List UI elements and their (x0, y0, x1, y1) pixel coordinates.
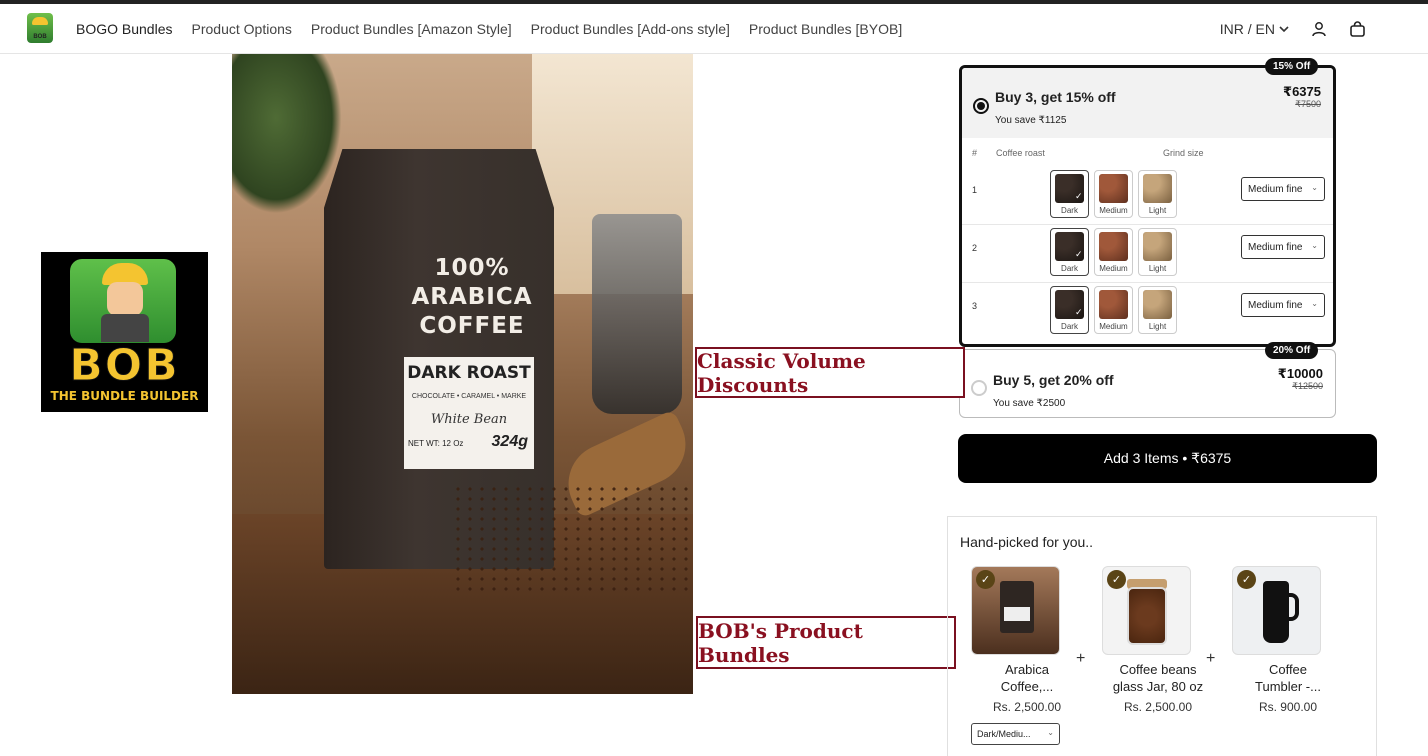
grind-size-select[interactable]: Medium fine ⌄ (1241, 235, 1325, 259)
bundle-item-name[interactable]: Arabica Coffee,... (960, 661, 1094, 695)
roast-option-dark[interactable]: ✓ Dark (1050, 228, 1089, 276)
bundle-item-price: Rs. 2,500.00 (992, 700, 1062, 714)
store-logo-text: BOB (33, 34, 47, 40)
bundle-item-price: Rs. 900.00 (1258, 700, 1318, 714)
locale-selector[interactable]: INR / EN (1220, 21, 1289, 37)
offer-price: ₹6375 (1283, 84, 1321, 99)
offer-old-price: ₹12500 (1292, 381, 1323, 391)
offer-savings: You save ₹1125 (995, 115, 1067, 126)
roast-option-light[interactable]: Light (1138, 286, 1177, 334)
roast-option-light[interactable]: Light (1138, 170, 1177, 218)
site-header: BOB BOGO Bundles Product Options Product… (0, 4, 1428, 54)
grid-header-grind: Grind size (1163, 148, 1204, 158)
bundle-item-price: Rs. 2,500.00 (1123, 700, 1193, 714)
roast-option-medium[interactable]: Medium (1094, 228, 1133, 276)
bundle-item-name[interactable]: Coffee Tumbler -... (1221, 661, 1355, 695)
bag-title: 100% ARABICA COFFEE (411, 255, 533, 339)
nav-product-options[interactable]: Product Options (192, 21, 292, 37)
chevron-down-icon (1279, 25, 1289, 33)
variant-row: 2 ✓ Dark Medium Light Medium fine ⌄ (962, 224, 1333, 281)
bob-logo-title: BOB (69, 340, 180, 392)
check-icon[interactable]: ✓ (1107, 570, 1126, 589)
nav-product-bundles-byob[interactable]: Product Bundles [BYOB] (749, 21, 902, 37)
variant-row: 1 ✓ Dark Medium Light Medium fine ⌄ (962, 167, 1333, 224)
nav-product-bundles-addons[interactable]: Product Bundles [Add-ons style] (531, 21, 730, 37)
annotation-classic-volume-discounts: Classic Volume Discounts (695, 347, 965, 398)
check-icon[interactable]: ✓ (976, 570, 995, 589)
locale-label: INR / EN (1219, 21, 1275, 37)
grind-size-select[interactable]: Medium fine ⌄ (1241, 177, 1325, 201)
roast-option-dark[interactable]: ✓ Dark (1050, 170, 1089, 218)
header-actions: INR / EN (1220, 4, 1366, 54)
chevron-down-icon: ⌄ (1311, 241, 1318, 250)
bob-logo-subtitle: THE BUNDLE BUILDER (50, 389, 199, 403)
offer-price: ₹10000 (1277, 366, 1323, 381)
offer-old-price: ₹7500 (1295, 99, 1321, 109)
offer-radio-selected[interactable] (973, 98, 989, 114)
offer-badge: 20% Off (1265, 342, 1319, 359)
handpicked-bundle: Hand-picked for you.. ✓ Arabica Coffee,.… (947, 516, 1377, 756)
chevron-down-icon: ⌄ (1311, 183, 1318, 192)
nav-bogo-bundles[interactable]: BOGO Bundles (76, 21, 173, 37)
offer-title: Buy 5, get 20% off (993, 372, 1114, 388)
roast-option-medium[interactable]: Medium (1094, 170, 1133, 218)
offer-radio[interactable] (971, 380, 987, 396)
main-nav: BOGO Bundles Product Options Product Bun… (76, 4, 902, 54)
bundle-item-name[interactable]: Coffee beans glass Jar, 80 oz (1091, 661, 1225, 695)
nav-product-bundles-amazon[interactable]: Product Bundles [Amazon Style] (311, 21, 512, 37)
user-icon[interactable] (1311, 21, 1327, 37)
grind-size-select[interactable]: Medium fine ⌄ (1241, 293, 1325, 317)
check-icon[interactable]: ✓ (1237, 570, 1256, 589)
handpicked-title: Hand-picked for you.. (960, 534, 1094, 550)
bundle-variant-select[interactable]: Dark/Mediu... ⌄ (971, 723, 1060, 745)
offer-savings: You save ₹2500 (993, 398, 1066, 409)
offer-badge: 15% Off (1265, 58, 1319, 75)
grid-header-num: # (972, 148, 978, 158)
add-to-cart-button[interactable]: Add 3 Items • ₹6375 (958, 434, 1377, 483)
offer-title: Buy 3, get 15% off (995, 89, 1116, 105)
plus-icon: + (1206, 650, 1216, 667)
offer-card-buy-3[interactable]: Buy 3, get 15% off You save ₹1125 ₹6375 … (959, 65, 1336, 347)
roast-option-light[interactable]: Light (1138, 228, 1177, 276)
grid-header-roast: Coffee roast (996, 148, 1045, 158)
bag-icon[interactable] (1349, 20, 1366, 38)
annotation-bob-product-bundles: BOB's Product Bundles (696, 616, 956, 669)
chevron-down-icon: ⌄ (1047, 728, 1054, 737)
offer-card-buy-5[interactable]: Buy 5, get 20% off You save ₹2500 ₹10000… (959, 349, 1336, 418)
chevron-down-icon: ⌄ (1311, 299, 1318, 308)
plus-icon: + (1076, 650, 1086, 667)
roast-option-dark[interactable]: ✓ Dark (1050, 286, 1089, 334)
product-image: 100% ARABICA COFFEE DARK ROAST CHOCOLATE… (232, 54, 693, 694)
bag-label: DARK ROAST CHOCOLATE • CARAMEL • MARKE W… (404, 357, 534, 469)
roast-option-medium[interactable]: Medium (1094, 286, 1133, 334)
bob-bundle-builder-logo: BOB THE BUNDLE BUILDER (41, 252, 208, 412)
variant-row: 3 ✓ Dark Medium Light Medium fine ⌄ (962, 282, 1333, 339)
